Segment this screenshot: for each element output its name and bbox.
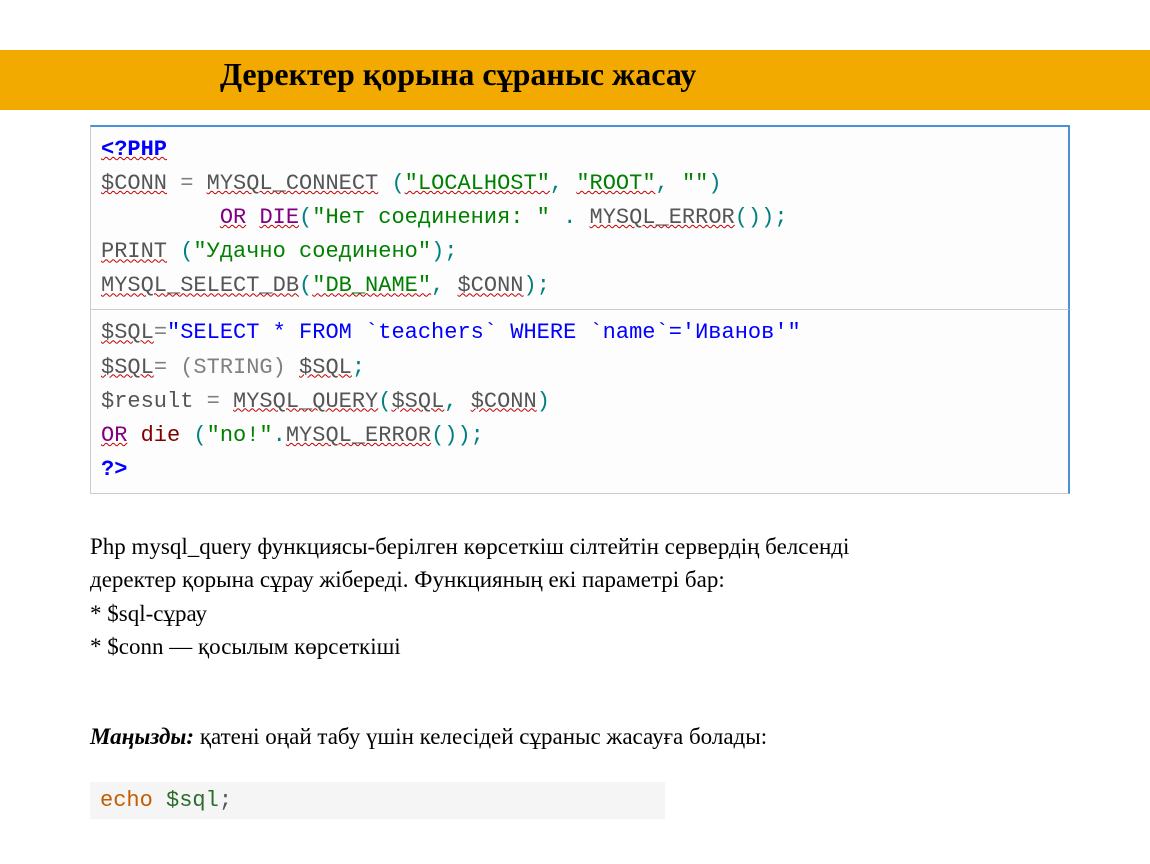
code-block-connect: <?PHP $CONN = MYSQL_CONNECT ("LOCALHOST"…	[90, 125, 1070, 310]
code-container: <?PHP $CONN = MYSQL_CONNECT ("LOCALHOST"…	[90, 125, 1070, 494]
code-line: MYSQL_SELECT_DB("DB_NAME", $CONN);	[101, 269, 1058, 303]
code-block-query: $SQL="SELECT * FROM `teachers` WHERE `na…	[90, 309, 1070, 493]
important-text: қатені оңай табу үшін келесідей сұраныс …	[194, 724, 767, 749]
text-line: деректер қорына сұрау жібереді. Функциян…	[90, 563, 1070, 596]
code-line: OR die ("no!".MYSQL_ERROR());	[101, 419, 1058, 453]
code-line: $CONN = MYSQL_CONNECT ("LOCALHOST", "ROO…	[101, 167, 1058, 201]
slide-title: Деректер қорына сұраныс жасау	[220, 56, 696, 93]
code-line: OR DIE("Нет соединения: " . MYSQL_ERROR(…	[101, 201, 1058, 235]
code-line: PRINT ("Удачно соединено");	[101, 235, 1058, 269]
text-line: Php mysql_query функциясы-берілген көрсе…	[90, 530, 1070, 563]
bullet-item: * $conn — қосылым көрсеткіші	[90, 630, 1070, 663]
description-paragraph: Php mysql_query функциясы-берілген көрсе…	[90, 530, 1070, 663]
code-line: $result = MYSQL_QUERY($SQL, $CONN)	[101, 385, 1058, 419]
code-line: <?PHP	[101, 133, 1058, 167]
important-label: Маңызды:	[90, 724, 194, 749]
bullet-item: * $sql-сұрау	[90, 597, 1070, 630]
code-line: $SQL="SELECT * FROM `teachers` WHERE `na…	[101, 316, 1058, 350]
code-line: ?>	[101, 453, 1058, 487]
code-block-echo: echo $sql;	[90, 782, 665, 819]
important-note: Маңызды: қатені оңай табу үшін келесідей…	[90, 720, 1070, 753]
code-line: $SQL= (STRING) $SQL;	[101, 351, 1058, 385]
